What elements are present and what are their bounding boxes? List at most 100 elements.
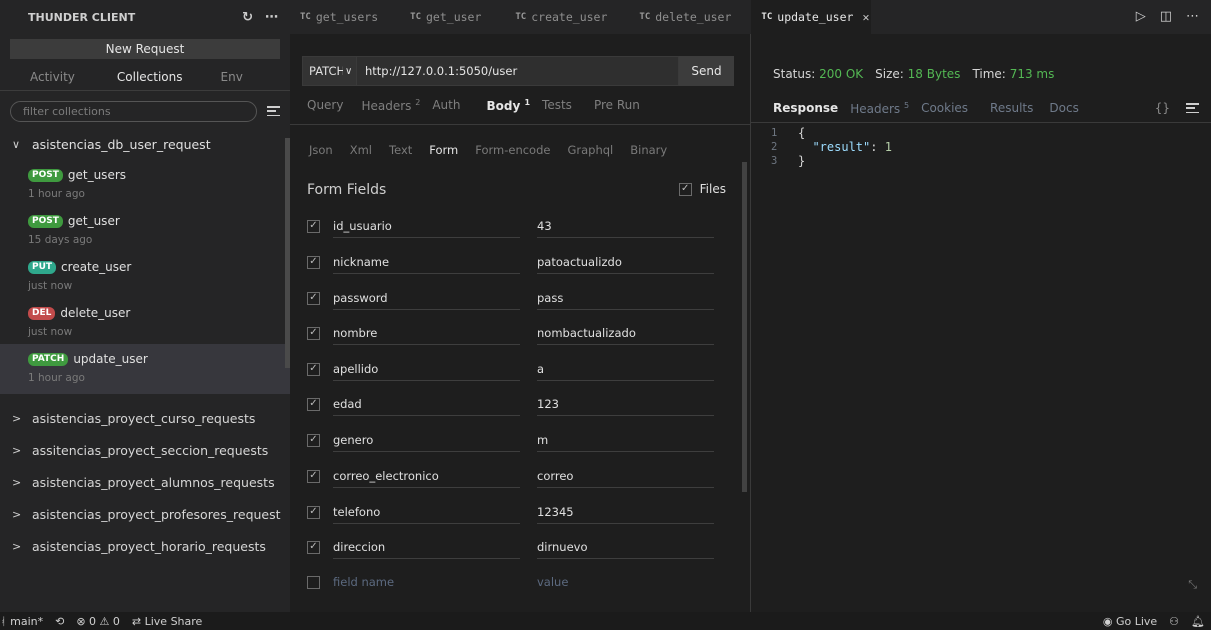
braces-icon[interactable]: {} bbox=[1155, 101, 1170, 115]
files-checkbox[interactable]: ✓ bbox=[678, 182, 692, 196]
files-toggle[interactable]: ✓ Files bbox=[678, 182, 726, 196]
field-name-input[interactable]: direccion bbox=[333, 535, 520, 559]
field-checkbox[interactable]: ✓ bbox=[307, 291, 320, 305]
tab-collections[interactable]: Collections bbox=[117, 70, 183, 84]
field-value-input[interactable]: m bbox=[537, 428, 714, 452]
field-value-input[interactable]: 43 bbox=[537, 214, 714, 238]
tab-delete-user[interactable]: TC delete_user bbox=[629, 0, 741, 34]
field-value-input[interactable]: 123 bbox=[537, 392, 714, 416]
field-value-input[interactable]: patoactualizdo bbox=[537, 250, 714, 274]
split-editor-icon[interactable]: ◫ bbox=[1160, 9, 1172, 24]
run-icon[interactable]: ▷ bbox=[1136, 9, 1146, 24]
field-checkbox[interactable]: ✓ bbox=[307, 505, 320, 519]
more-icon[interactable]: ⋯ bbox=[1186, 9, 1199, 24]
live-share-button[interactable]: ⇄ Live Share bbox=[132, 615, 202, 628]
tab-docs[interactable]: Docs bbox=[1049, 101, 1078, 116]
tab-get-user[interactable]: TC get_user bbox=[400, 0, 491, 34]
body-tab-graphql[interactable]: Graphql bbox=[567, 143, 613, 157]
field-checkbox[interactable]: ✓ bbox=[307, 326, 320, 340]
request-item-create-user[interactable]: PUT create_user just now bbox=[0, 252, 290, 298]
field-checkbox[interactable]: ✓ bbox=[307, 540, 320, 554]
collection-seccion[interactable]: > assitencias_proyect_seccion_requests bbox=[0, 434, 290, 466]
body-tab-form-encode[interactable]: Form-encode bbox=[475, 143, 550, 157]
new-field-value-input[interactable]: value bbox=[537, 570, 714, 594]
tab-pre-run[interactable]: Pre Run bbox=[594, 98, 640, 113]
collection-horario[interactable]: > asistencias_proyect_horario_requests bbox=[0, 530, 290, 562]
request-item-get-user[interactable]: POST get_user 15 days ago bbox=[0, 206, 290, 252]
tab-get-users[interactable]: TC get_users bbox=[290, 0, 388, 34]
field-name-input[interactable]: genero bbox=[333, 428, 520, 452]
notifications-icon[interactable]: 🔔︎ bbox=[1191, 615, 1205, 628]
body-tab-form[interactable]: Form bbox=[429, 143, 458, 157]
body-tab-xml[interactable]: Xml bbox=[350, 143, 372, 157]
field-value-input[interactable]: a bbox=[537, 357, 714, 381]
form-field-row-new: field name value bbox=[307, 570, 714, 594]
account-icon[interactable]: ⚇ bbox=[1169, 615, 1179, 628]
new-request-button[interactable]: New Request bbox=[10, 39, 280, 59]
method-select[interactable]: PATCH ∨ bbox=[302, 56, 357, 86]
refresh-icon[interactable]: ↻ bbox=[242, 10, 253, 25]
collection-alumnos[interactable]: > asistencias_proyect_alumnos_requests bbox=[0, 466, 290, 498]
field-checkbox[interactable]: ✓ bbox=[307, 469, 320, 483]
send-button[interactable]: Send bbox=[679, 56, 734, 86]
field-checkbox[interactable]: ✓ bbox=[307, 362, 320, 376]
tab-headers[interactable]: Headers 2 bbox=[361, 98, 420, 113]
url-input[interactable]: http://127.0.0.1:5050/user bbox=[357, 56, 679, 86]
go-live-button[interactable]: ◉ Go Live bbox=[1103, 615, 1157, 628]
tc-badge: TC bbox=[761, 12, 773, 22]
field-name-input[interactable]: edad bbox=[333, 392, 520, 416]
tab-update-user[interactable]: TC update_user ✕ bbox=[751, 0, 872, 34]
field-checkbox[interactable]: ✓ bbox=[307, 397, 320, 411]
field-name-input[interactable]: id_usuario bbox=[333, 214, 520, 238]
resize-icon[interactable]: ⤡ bbox=[1188, 578, 1197, 592]
request-scrollbar[interactable] bbox=[742, 162, 747, 492]
tab-tests[interactable]: Tests bbox=[542, 98, 572, 113]
field-checkbox[interactable]: ✓ bbox=[307, 219, 320, 233]
tab-cookies[interactable]: Cookies bbox=[921, 101, 968, 116]
field-checkbox[interactable] bbox=[307, 575, 320, 589]
git-branch[interactable]: ᚮ main* bbox=[0, 615, 43, 628]
tab-query[interactable]: Query bbox=[307, 98, 343, 113]
field-value-input[interactable]: dirnuevo bbox=[537, 535, 714, 559]
tab-activity[interactable]: Activity bbox=[30, 70, 75, 84]
body-tab-json[interactable]: Json bbox=[309, 143, 333, 157]
body-tab-binary[interactable]: Binary bbox=[630, 143, 667, 157]
tab-results[interactable]: Results bbox=[990, 101, 1033, 116]
new-field-name-input[interactable]: field name bbox=[333, 570, 520, 594]
sort-menu-icon[interactable] bbox=[267, 106, 280, 116]
collection-curso[interactable]: > asistencias_proyect_curso_requests bbox=[0, 402, 290, 434]
field-name-input[interactable]: nickname bbox=[333, 250, 520, 274]
collection-profesores[interactable]: > asistencias_proyect_profesores_request bbox=[0, 498, 290, 530]
field-value-input[interactable]: correo bbox=[537, 464, 714, 488]
field-name-input[interactable]: password bbox=[333, 286, 520, 310]
field-value-input[interactable]: nombactualizado bbox=[537, 321, 714, 345]
sync-icon[interactable]: ⟲ bbox=[55, 615, 64, 628]
body-tab-text[interactable]: Text bbox=[389, 143, 412, 157]
request-item-delete-user[interactable]: DEL delete_user just now bbox=[0, 298, 290, 344]
field-name-input[interactable]: nombre bbox=[333, 321, 520, 345]
close-icon[interactable]: ✕ bbox=[862, 10, 869, 24]
request-item-get-users[interactable]: POST get_users 1 hour ago bbox=[0, 160, 290, 206]
field-value-input[interactable]: 12345 bbox=[537, 500, 714, 524]
collection-open[interactable]: ∨ asistencias_db_user_request bbox=[0, 128, 290, 160]
tab-create-user[interactable]: TC create_user bbox=[505, 0, 617, 34]
menu-icon[interactable] bbox=[1186, 103, 1199, 113]
chevron-right-icon: > bbox=[12, 539, 22, 553]
field-checkbox[interactable]: ✓ bbox=[307, 255, 320, 269]
response-body[interactable]: 1{ 2 "result": 1 3} bbox=[771, 126, 892, 168]
field-name-input[interactable]: telefono bbox=[333, 500, 520, 524]
more-icon[interactable]: ⋯ bbox=[265, 10, 278, 25]
tab-response[interactable]: Response bbox=[773, 101, 838, 116]
chevron-right-icon: > bbox=[12, 443, 22, 457]
field-name-input[interactable]: correo_electronico bbox=[333, 464, 520, 488]
field-value-input[interactable]: pass bbox=[537, 286, 714, 310]
problems-indicator[interactable]: ⊗ 0 ⚠ 0 bbox=[76, 615, 120, 628]
field-checkbox[interactable]: ✓ bbox=[307, 433, 320, 447]
field-name-input[interactable]: apellido bbox=[333, 357, 520, 381]
tab-response-headers[interactable]: Headers 5 bbox=[850, 101, 909, 116]
tab-auth[interactable]: Auth bbox=[432, 98, 460, 113]
filter-collections-input[interactable]: filter collections bbox=[10, 100, 257, 122]
tab-body[interactable]: Body 1 bbox=[486, 98, 530, 113]
tab-env[interactable]: Env bbox=[221, 70, 243, 84]
request-item-update-user[interactable]: PATCH update_user 1 hour ago bbox=[0, 344, 290, 394]
